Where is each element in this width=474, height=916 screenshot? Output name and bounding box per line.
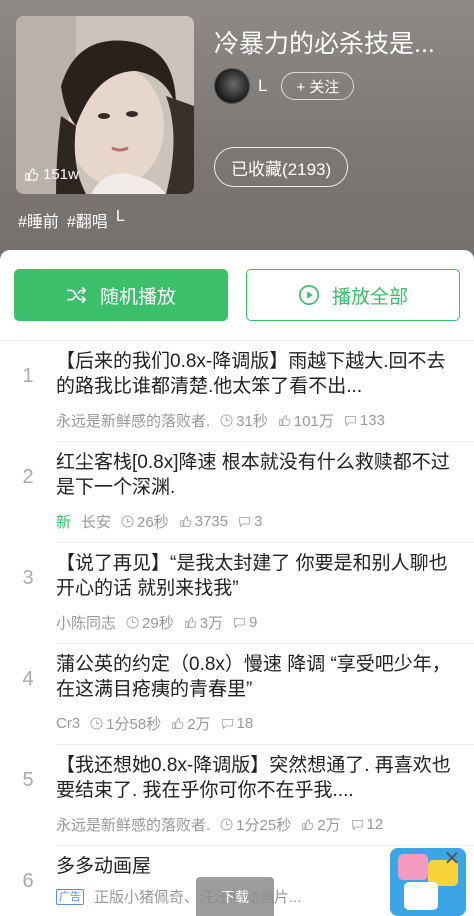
song-author: 永远是新鲜感的落败者.: [56, 817, 211, 834]
song-list: 1 【后来的我们0.8x-降调版】雨越下越大.回不去的路我比谁都清楚.他太笨了看…: [0, 341, 474, 916]
song-index: 3: [22, 567, 34, 589]
comment-icon: [351, 819, 363, 831]
thumb-icon: [184, 617, 197, 628]
shuffle-play-button[interactable]: 随机播放: [14, 269, 228, 321]
song-likes: 101万: [293, 413, 334, 430]
song-likes: 2万: [317, 817, 341, 834]
tag-list: #睡前 #翻唱 L: [18, 208, 125, 232]
song-meta: 新 长安 26秒 3735 3: [56, 511, 464, 532]
creator-avatar[interactable]: [214, 68, 250, 104]
clock-icon: [126, 616, 139, 629]
song-item-2[interactable]: 2 红尘客栈[0.8x]降速 根本就没有什么救赎都不过是下一个深渊. 新 长安 …: [22, 442, 474, 543]
collect-button[interactable]: 已收藏(2193): [214, 147, 349, 187]
song-duration: 31秒: [236, 413, 268, 430]
song-meta: Cr3 1分58秒 2万 18: [56, 713, 464, 734]
comment-icon: [234, 617, 245, 629]
song-comments: 12: [366, 816, 384, 833]
clock-icon: [220, 818, 233, 831]
song-index: 2: [22, 466, 34, 488]
thumb-icon: [302, 819, 314, 830]
song-author: 永远是新鲜感的落败者.: [56, 413, 211, 430]
play-circle-icon: [298, 285, 319, 305]
thumb-icon: [278, 415, 291, 426]
ad-tag: 广告: [56, 888, 84, 905]
song-meta: 小陈同志 29秒 3万 9: [56, 612, 464, 633]
song-index: 1: [22, 365, 34, 387]
creator-row: L + 关注: [214, 68, 355, 104]
shuffle-icon: [66, 286, 87, 304]
play-count-value: 151w: [43, 166, 79, 183]
ad-download-button[interactable]: 下载: [196, 877, 274, 916]
clock-icon: [90, 717, 103, 730]
close-icon[interactable]: ✕: [441, 848, 463, 870]
song-duration: 1分25秒: [236, 817, 292, 834]
clock-icon: [121, 515, 134, 528]
play-count: 151w: [24, 166, 79, 183]
song-comments: 3: [254, 513, 263, 530]
creator-name[interactable]: L: [258, 76, 267, 96]
clock-icon: [220, 414, 233, 427]
song-comments: 18: [236, 715, 254, 732]
song-likes: 3万: [199, 615, 224, 632]
follow-button[interactable]: + 关注: [281, 72, 355, 100]
thumb-icon: [179, 516, 192, 527]
new-badge: 新: [56, 514, 72, 531]
song-index: 4: [22, 668, 34, 690]
song-comments: 9: [249, 614, 258, 631]
song-meta: 永远是新鲜感的落败者. 1分25秒 2万 12: [56, 814, 464, 835]
song-title: 【我还想她0.8x-降调版】突然想通了. 再喜欢也要结束了. 我在乎你可你不在乎…: [56, 755, 451, 801]
song-index: 5: [22, 769, 34, 791]
comment-icon: [345, 415, 356, 427]
tag-creator[interactable]: L: [116, 208, 125, 232]
song-item-4[interactable]: 4 蒲公英的约定（0.8x）慢速 降调 “享受吧少年，在这满目疮痍的青春里” C…: [22, 644, 474, 745]
song-panel: 随机播放 播放全部 1 【后来的我们0.8x-降调版】雨越下越大.回不去的路我比…: [0, 250, 474, 916]
playlist-title: 冷暴力的必杀技是...: [214, 30, 435, 58]
song-likes: 3735: [194, 513, 229, 530]
tag-cover[interactable]: #翻唱: [67, 208, 108, 232]
song-likes: 2万: [187, 716, 211, 733]
song-item-3[interactable]: 3 【说了再见】“是我太封建了 你要是和别人聊也开心的话 就别来找我” 小陈同志…: [22, 543, 474, 644]
song-title: 【后来的我们0.8x-降调版】雨越下越大.回不去的路我比谁都清楚.他太笨了看不出…: [56, 351, 446, 397]
song-author: 小陈同志: [56, 615, 117, 632]
song-item-5[interactable]: 5 【我还想她0.8x-降调版】突然想通了. 再喜欢也要结束了. 我在乎你可你不…: [22, 745, 474, 846]
song-author: 长安: [81, 514, 112, 531]
song-title: 蒲公英的约定（0.8x）慢速 降调 “享受吧少年，在这满目疮痍的青春里”: [56, 654, 451, 700]
song-duration: 1分58秒: [106, 716, 162, 733]
comment-icon: [239, 516, 250, 528]
song-comments: 133: [359, 412, 385, 429]
tag-sleep[interactable]: #睡前: [18, 208, 59, 232]
ad-index: 6: [22, 870, 34, 892]
action-buttons: 随机播放 播放全部: [14, 269, 460, 321]
song-item-1[interactable]: 1 【后来的我们0.8x-降调版】雨越下越大.回不去的路我比谁都清楚.他太笨了看…: [22, 341, 474, 442]
song-duration: 29秒: [142, 615, 174, 632]
song-author: Cr3: [56, 715, 81, 732]
comment-icon: [221, 718, 233, 730]
shuffle-label: 随机播放: [99, 286, 176, 308]
song-title: 红尘客栈[0.8x]降速 根本就没有什么救赎都不过是下一个深渊.: [56, 452, 450, 498]
thumb-icon: [172, 718, 184, 729]
play-all-label: 播放全部: [331, 286, 408, 308]
play-all-button[interactable]: 播放全部: [246, 269, 460, 321]
song-duration: 26秒: [137, 514, 169, 531]
song-title: 【说了再见】“是我太封建了 你要是和别人聊也开心的话 就别来找我”: [56, 553, 448, 599]
thumb-icon: [25, 168, 39, 181]
playlist-header: 151w 冷暴力的必杀技是... L + 关注 已收藏(2193) #睡前 #翻…: [0, 0, 474, 262]
song-meta: 永远是新鲜感的落败者. 31秒 101万 133: [56, 410, 464, 431]
